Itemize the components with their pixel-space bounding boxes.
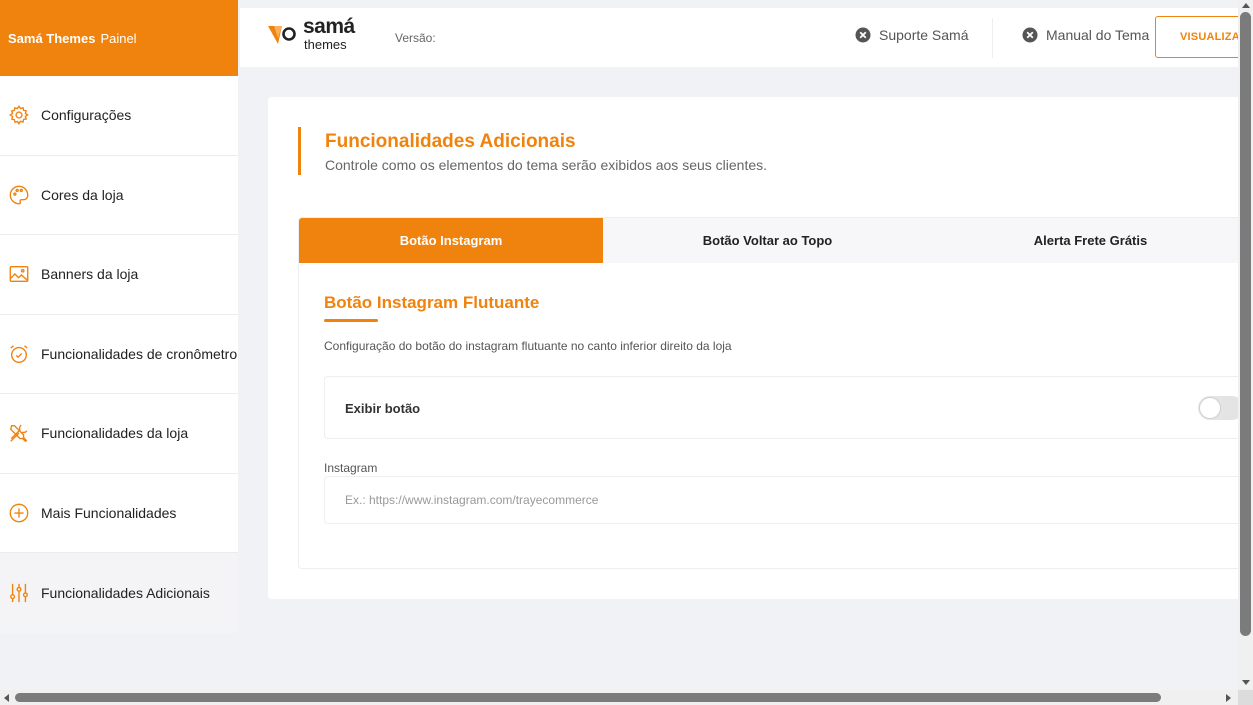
support-link[interactable]: Suporte Samá: [855, 27, 969, 43]
sidebar-item-configuracoes[interactable]: Configurações: [0, 76, 238, 156]
heading-accent-bar: [298, 127, 301, 175]
tab-alerta-frete-gratis[interactable]: Alerta Frete Grátis: [932, 218, 1247, 263]
sidebar-item-label: Configurações: [41, 107, 132, 124]
section-description: Configuração do botão do instagram flutu…: [324, 339, 732, 353]
sidebar-item-label: Funcionalidades de cronômetro: [41, 345, 238, 362]
brand-suffix: Painel: [100, 30, 137, 46]
vertical-scroll-thumb[interactable]: [1240, 12, 1251, 636]
section-title: Botão Instagram Flutuante: [324, 293, 540, 312]
scroll-right-arrow-icon[interactable]: [1226, 694, 1231, 702]
top-bar: samá themes Versão: Suporte Samá Manual …: [240, 8, 1245, 67]
horizontal-scrollbar[interactable]: [0, 690, 1253, 705]
sidebar-item-label: Banners da loja: [41, 266, 139, 283]
section-underline: [324, 319, 378, 322]
scroll-up-arrow-icon[interactable]: [1242, 3, 1250, 8]
gear-icon: [9, 105, 29, 126]
horizontal-scroll-thumb[interactable]: [15, 693, 1161, 702]
sidebar-item-label: Mais Funcionalidades: [41, 504, 177, 521]
close-circle-icon: [855, 27, 871, 43]
tab-botao-voltar-topo[interactable]: Botão Voltar ao Topo: [603, 218, 932, 263]
toggle-knob: [1200, 398, 1220, 418]
sidebar-item-label: Funcionalidades Adicionais: [41, 584, 210, 601]
sama-themes-logo[interactable]: samá themes: [268, 14, 358, 58]
scroll-left-arrow-icon[interactable]: [4, 694, 9, 702]
sidebar-item-label: Cores da loja: [41, 186, 124, 203]
instagram-field-label: Instagram: [324, 461, 378, 475]
logo-text: samá: [303, 15, 355, 38]
image-icon: [9, 266, 29, 283]
vertical-scrollbar[interactable]: [1238, 0, 1253, 690]
sidebar-item-label: Funcionalidades da loja: [41, 425, 189, 442]
brand-name: Samá Themes: [8, 30, 96, 46]
option-exibir-botao: Exibir botão: [324, 376, 1247, 439]
scroll-down-arrow-icon[interactable]: [1242, 680, 1250, 685]
brand-header[interactable]: Samá Themes Painel: [0, 0, 238, 76]
sidebar-item-funcionalidades-adicionais[interactable]: Funcionalidades Adicionais: [0, 553, 238, 633]
support-label: Suporte Samá: [879, 27, 969, 43]
plus-circle-icon: [9, 503, 29, 523]
sliders-icon: [10, 583, 28, 602]
sidebar-item-cronometro[interactable]: Funcionalidades de cronômetro: [0, 315, 238, 394]
sidebar-item-funcionalidades-loja[interactable]: Funcionalidades da loja: [0, 394, 238, 474]
tab-botao-instagram[interactable]: Botão Instagram: [299, 218, 603, 263]
main-card: Funcionalidades Adicionais Controle como…: [268, 97, 1248, 599]
manual-link[interactable]: Manual do Tema: [1022, 27, 1149, 43]
logo-mark-icon: [268, 26, 296, 44]
close-circle-icon: [1022, 27, 1038, 43]
page-title: Funcionalidades Adicionais: [325, 131, 576, 152]
tools-icon: [9, 424, 28, 443]
logo-subtext: themes: [304, 37, 347, 52]
page-subtitle: Controle como os elementos do tema serão…: [325, 157, 768, 173]
palette-icon: [9, 185, 29, 205]
sidebar-item-banners[interactable]: Banners da loja: [0, 235, 238, 315]
instagram-url-input[interactable]: [324, 476, 1247, 524]
divider: [992, 18, 993, 58]
sidebar-item-cores[interactable]: Cores da loja: [0, 156, 238, 235]
manual-label: Manual do Tema: [1046, 27, 1150, 43]
settings-panel: Botão Instagram Botão Voltar ao Topo Ale…: [298, 217, 1248, 569]
sidebar: Samá Themes Painel Configurações Cores d…: [0, 0, 238, 633]
alarm-clock-icon: [10, 344, 28, 363]
scrollbar-corner: [1238, 690, 1253, 705]
tab-bar: Botão Instagram Botão Voltar ao Topo Ale…: [299, 218, 1247, 263]
toggle-label: Exibir botão: [345, 401, 421, 416]
preview-button[interactable]: VISUALIZAR: [1155, 16, 1245, 58]
version-label: Versão:: [395, 31, 436, 45]
sidebar-item-mais-funcionalidades[interactable]: Mais Funcionalidades: [0, 474, 238, 553]
